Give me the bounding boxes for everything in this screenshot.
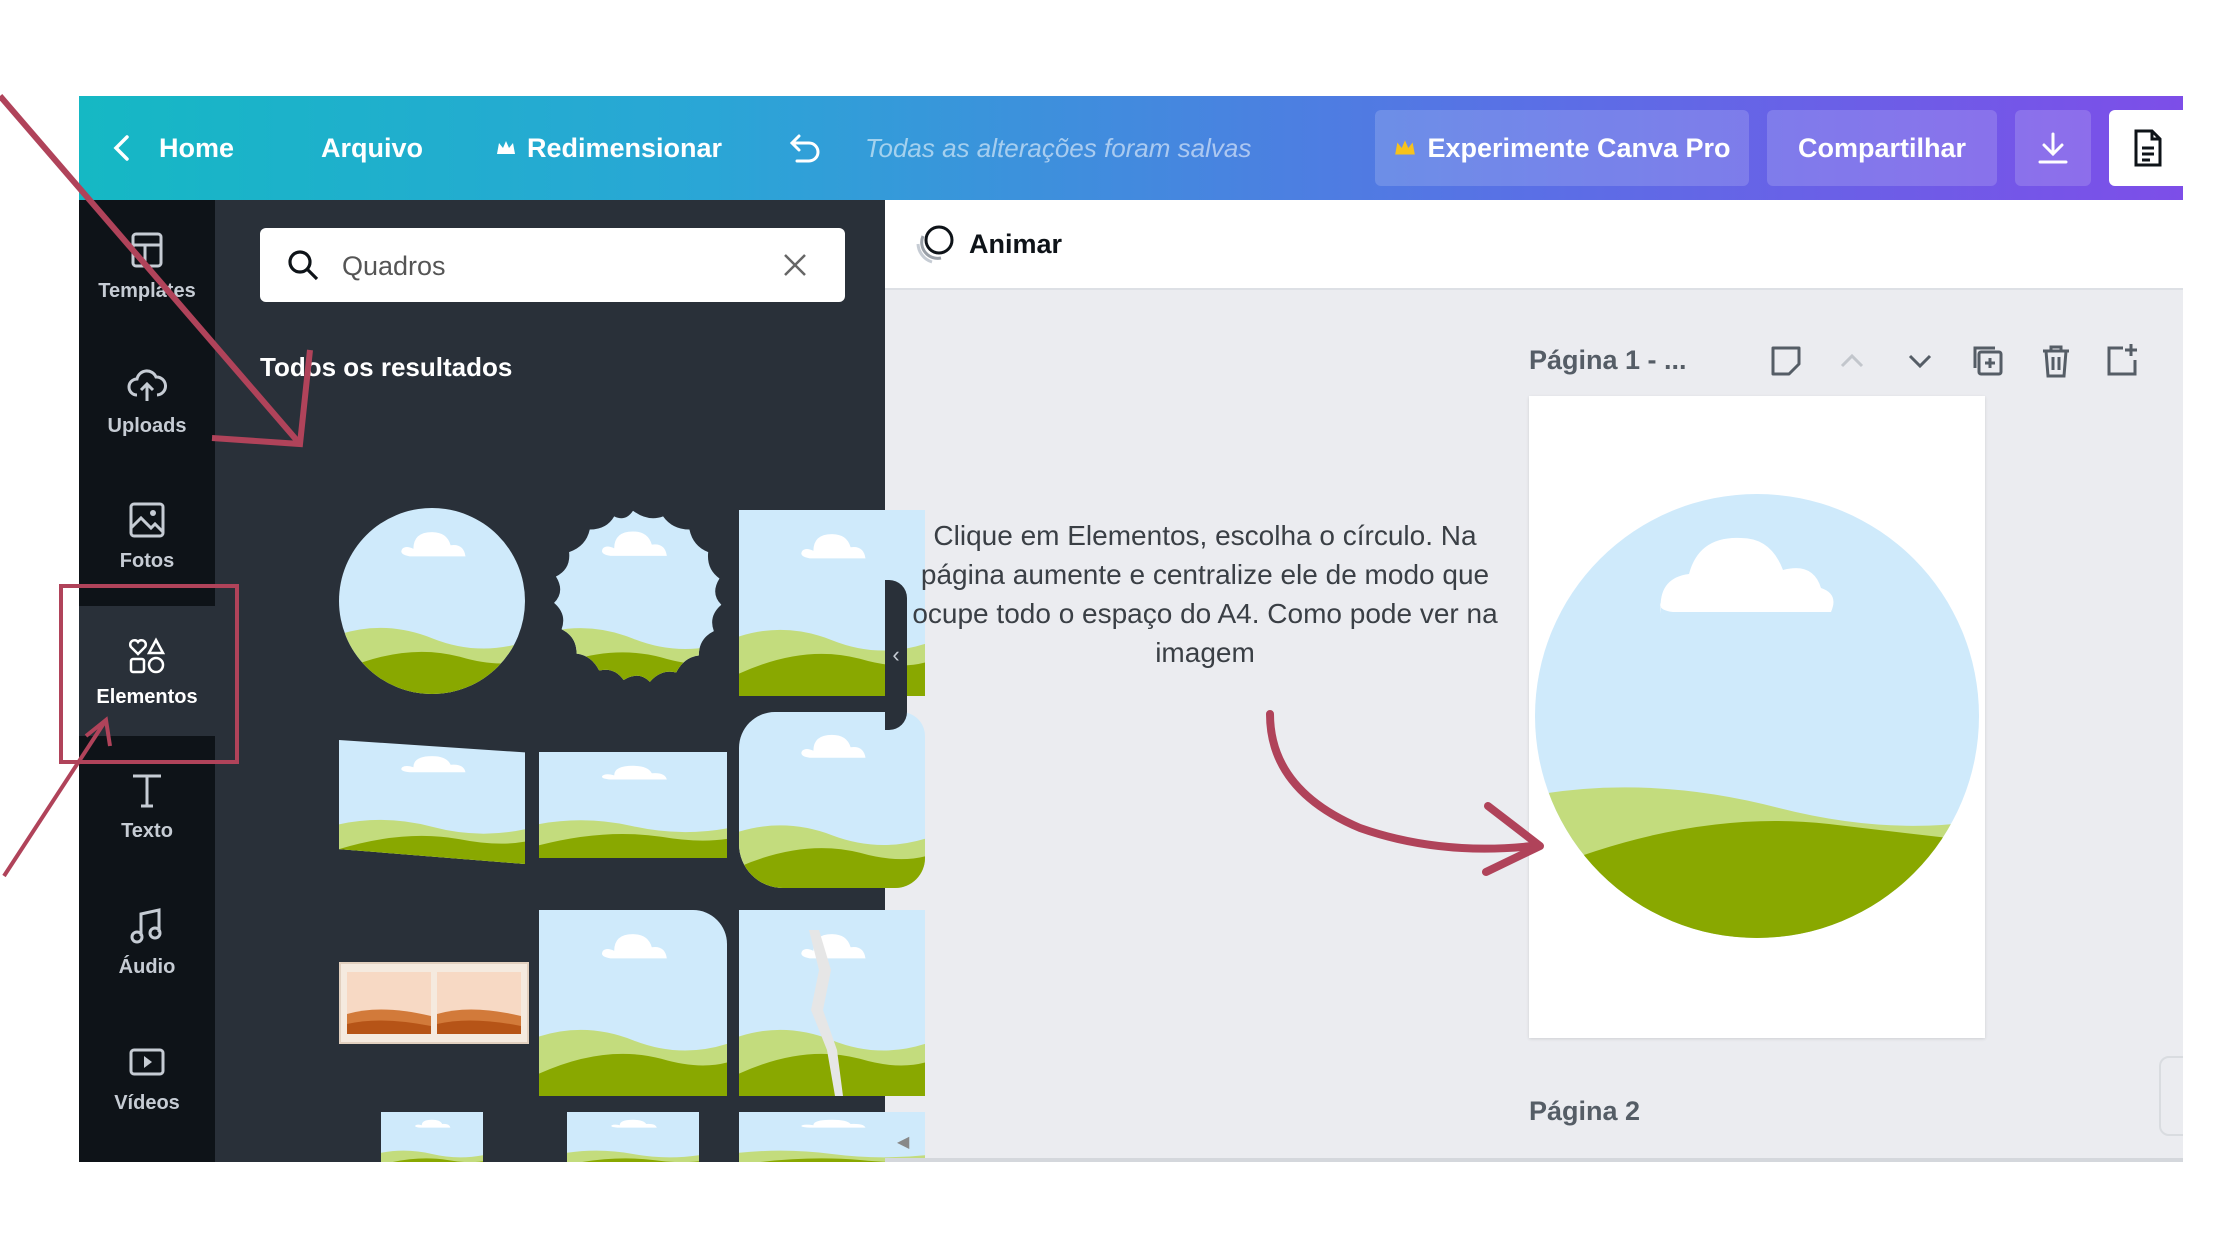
landscape-image bbox=[554, 510, 722, 682]
text-icon bbox=[133, 774, 161, 807]
frame-rounded-blob[interactable] bbox=[739, 712, 925, 888]
animate-button[interactable]: Animar bbox=[969, 200, 1062, 288]
animate-toolbar: Animar bbox=[885, 200, 2183, 290]
rail-label: Texto bbox=[121, 819, 173, 842]
landscape-image bbox=[539, 752, 727, 858]
circle-frame-element[interactable] bbox=[1529, 396, 1985, 1038]
frame-circle[interactable] bbox=[339, 508, 525, 694]
chevron-left-icon: ‹ bbox=[892, 642, 900, 667]
save-status: Todas as alterações foram salvas bbox=[865, 132, 1252, 163]
animate-icon bbox=[916, 225, 954, 264]
results-heading: Todos os resultados bbox=[260, 352, 513, 382]
file-menu-button[interactable]: Arquivo bbox=[321, 96, 423, 200]
rail-item-uploads[interactable]: Uploads bbox=[79, 335, 215, 465]
side-handle[interactable] bbox=[2159, 1056, 2183, 1136]
search-box[interactable] bbox=[260, 228, 845, 302]
resize-button[interactable]: Redimensionar bbox=[495, 96, 722, 200]
page-1-title[interactable]: Página 1 - ... bbox=[1529, 345, 1687, 376]
download-icon bbox=[2038, 132, 2068, 164]
rail-label: Vídeos bbox=[114, 1091, 180, 1114]
rail-item-text[interactable]: Texto bbox=[79, 740, 215, 870]
upload-cloud-icon bbox=[127, 368, 167, 401]
instruction-text: Clique em Elementos, escolha o círculo. … bbox=[912, 520, 1498, 668]
rail-label: Uploads bbox=[107, 414, 187, 437]
music-note-icon bbox=[130, 907, 162, 943]
trash-icon[interactable] bbox=[2037, 342, 2075, 380]
undo-icon bbox=[789, 134, 820, 163]
download-button[interactable] bbox=[2015, 110, 2091, 186]
landscape-image bbox=[347, 972, 521, 1034]
landscape-image bbox=[739, 712, 925, 888]
rail-item-photos[interactable]: Fotos bbox=[79, 470, 215, 600]
home-label: Home bbox=[159, 132, 235, 163]
frame-torn-medium[interactable] bbox=[567, 1112, 699, 1162]
home-button[interactable]: Home bbox=[109, 96, 234, 200]
resize-label: Redimensionar bbox=[527, 132, 723, 163]
horizontal-scrollbar[interactable] bbox=[885, 1158, 2183, 1162]
landscape-image bbox=[339, 508, 525, 694]
landscape-image bbox=[339, 740, 525, 864]
undo-button[interactable] bbox=[785, 96, 823, 200]
page-1-canvas[interactable] bbox=[1529, 396, 1985, 1038]
search-input[interactable] bbox=[340, 242, 744, 290]
clear-search-icon[interactable] bbox=[780, 250, 810, 280]
publish-button[interactable] bbox=[2109, 110, 2183, 186]
collapse-panel-button[interactable]: ‹ bbox=[885, 580, 907, 730]
templates-icon bbox=[131, 232, 163, 267]
frame-wide[interactable] bbox=[539, 752, 727, 858]
landscape-image bbox=[539, 910, 727, 1096]
rail-item-audio[interactable]: Áudio bbox=[79, 876, 215, 1006]
scroll-left-arrow[interactable]: ◀ bbox=[897, 1132, 909, 1152]
frame-torn-paper[interactable] bbox=[739, 910, 925, 1096]
side-navigation: Templates Uploads Fotos Elementos Texto … bbox=[79, 200, 215, 1162]
rail-item-videos[interactable]: Vídeos bbox=[79, 1012, 215, 1142]
page-2-title[interactable]: Página 2 bbox=[1529, 1096, 1640, 1127]
try-pro-label: Experimente Canva Pro bbox=[1427, 132, 1731, 163]
rail-label: Fotos bbox=[119, 549, 175, 572]
search-icon bbox=[288, 250, 319, 281]
share-button[interactable]: Compartilhar bbox=[1767, 110, 1997, 186]
elements-panel: Todos os resultados bbox=[215, 200, 925, 1162]
frame-torn-tall[interactable] bbox=[381, 1112, 483, 1162]
file-label: Arquivo bbox=[321, 132, 424, 163]
shapes-icon bbox=[129, 636, 166, 673]
landscape-image bbox=[567, 1112, 699, 1162]
document-icon bbox=[2134, 129, 2162, 167]
frame-film-strip[interactable] bbox=[339, 962, 529, 1044]
landscape-image bbox=[739, 910, 925, 1096]
rail-label: Elementos bbox=[96, 685, 198, 708]
try-canva-pro-button[interactable]: Experimente Canva Pro bbox=[1375, 110, 1749, 186]
chevron-left-icon bbox=[113, 135, 129, 161]
video-icon bbox=[129, 1048, 165, 1075]
rail-label: Áudio bbox=[118, 955, 176, 978]
canva-editor: Home Arquivo Redimensionar Todas as alte… bbox=[79, 96, 2183, 1162]
rail-item-templates[interactable]: Templates bbox=[79, 200, 215, 330]
page-toolbar: Página 1 - ... bbox=[1529, 332, 1687, 388]
rail-item-elements[interactable]: Elementos bbox=[79, 606, 215, 736]
rail-label: Templates bbox=[98, 279, 196, 302]
note-icon[interactable] bbox=[1767, 342, 1805, 380]
top-bar: Home Arquivo Redimensionar Todas as alte… bbox=[79, 96, 2183, 200]
crown-icon bbox=[1395, 140, 1416, 155]
crown-icon bbox=[497, 141, 515, 154]
frame-corner-round[interactable] bbox=[539, 910, 727, 1096]
chevron-up-icon[interactable] bbox=[1833, 342, 1871, 380]
frame-skewed[interactable] bbox=[339, 740, 525, 864]
share-label: Compartilhar bbox=[1797, 132, 1967, 163]
chevron-down-icon[interactable] bbox=[1901, 342, 1939, 380]
add-page-icon[interactable] bbox=[2103, 342, 2141, 380]
duplicate-page-icon[interactable] bbox=[1969, 342, 2007, 380]
landscape-image bbox=[381, 1112, 483, 1162]
photo-icon bbox=[129, 502, 165, 537]
frame-scalloped[interactable] bbox=[539, 506, 727, 696]
